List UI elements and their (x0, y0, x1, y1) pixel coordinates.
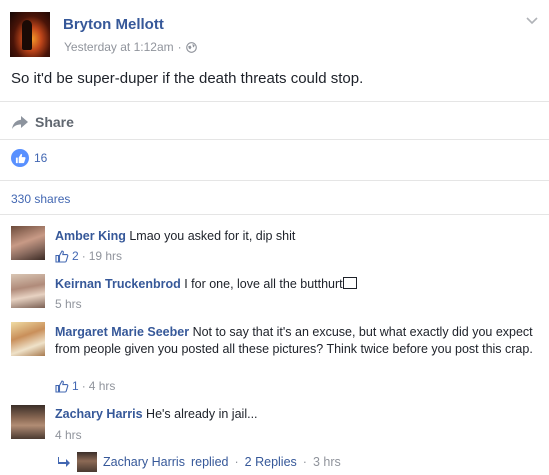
reply-verb[interactable]: replied (191, 455, 229, 469)
commenter-name[interactable]: Zachary Harris (55, 407, 143, 421)
comment-body: Keirnan Truckenbrod I for one, love all … (55, 276, 535, 293)
comment-time[interactable]: 19 hrs (89, 249, 122, 263)
comment-body: Amber King Lmao you asked for it, dip sh… (55, 228, 535, 245)
post-text: So it'd be super-duper if the death thre… (11, 70, 364, 87)
share-button[interactable]: Share (11, 112, 74, 132)
post-timestamp[interactable]: Yesterday at 1:12am (64, 40, 174, 54)
reactions-summary[interactable]: 16 (11, 149, 47, 167)
commenter-avatar[interactable] (11, 405, 45, 439)
meta-separator: · (81, 379, 86, 393)
reply-avatar[interactable] (77, 452, 97, 472)
post-meta: Yesterday at 1:12am · (64, 40, 197, 54)
comment-body: Zachary Harris He's already in jail... (55, 406, 535, 423)
comment-time[interactable]: 4 hrs (55, 428, 82, 442)
comment-meta: 2 · 19 hrs (55, 249, 122, 263)
share-label: Share (35, 114, 74, 130)
commenter-avatar[interactable] (11, 322, 45, 356)
like-badge-icon (11, 149, 29, 167)
chevron-down-icon[interactable] (525, 16, 539, 26)
like-outline-icon[interactable] (55, 379, 69, 393)
commenter-name[interactable]: Margaret Marie Seeber (55, 325, 189, 339)
author-name[interactable]: Bryton Mellott (63, 16, 164, 33)
reply-author[interactable]: Zachary Harris (103, 455, 185, 469)
divider (0, 139, 549, 140)
meta-separator: · (302, 455, 307, 469)
like-count: 16 (34, 151, 48, 165)
author-avatar[interactable] (10, 12, 50, 57)
post-header: Bryton Mellott Yesterday at 1:12am · (0, 0, 549, 62)
commenter-avatar[interactable] (11, 274, 45, 308)
comment-text: Lmao you asked for it, dip shit (129, 229, 296, 243)
comment-text: I for one, love all the butthurt (184, 277, 343, 291)
divider (0, 101, 549, 102)
comment-meta: 4 hrs (55, 428, 82, 442)
meta-separator: · (234, 455, 239, 469)
gif-icon (342, 277, 357, 289)
comment-time[interactable]: 5 hrs (55, 297, 82, 311)
comment-like-count[interactable]: 1 (72, 379, 79, 393)
comment-body: Margaret Marie Seeber Not to say that it… (55, 324, 535, 358)
comment-like-count[interactable]: 2 (72, 249, 79, 263)
reply-time: 3 hrs (312, 455, 341, 469)
commenter-avatar[interactable] (11, 226, 45, 260)
like-outline-icon[interactable] (55, 249, 69, 263)
reply-arrow-icon (58, 457, 70, 467)
share-icon (12, 116, 28, 129)
comment-time[interactable]: 4 hrs (89, 379, 116, 393)
divider (0, 214, 549, 215)
shares-count[interactable]: 330 shares (11, 192, 70, 206)
comment-meta: 1 · 4 hrs (55, 379, 115, 393)
divider (0, 180, 549, 181)
globe-icon[interactable] (185, 41, 197, 53)
comment-meta: 5 hrs (55, 297, 82, 311)
view-replies[interactable]: Zachary Harris replied · 2 Replies · 3 h… (57, 452, 341, 472)
commenter-name[interactable]: Keirnan Truckenbrod (55, 277, 181, 291)
meta-separator: · (177, 40, 182, 54)
commenter-name[interactable]: Amber King (55, 229, 126, 243)
replies-count[interactable]: 2 Replies (245, 455, 297, 469)
comment-text: He's already in jail... (146, 407, 258, 421)
meta-separator: · (81, 249, 86, 263)
